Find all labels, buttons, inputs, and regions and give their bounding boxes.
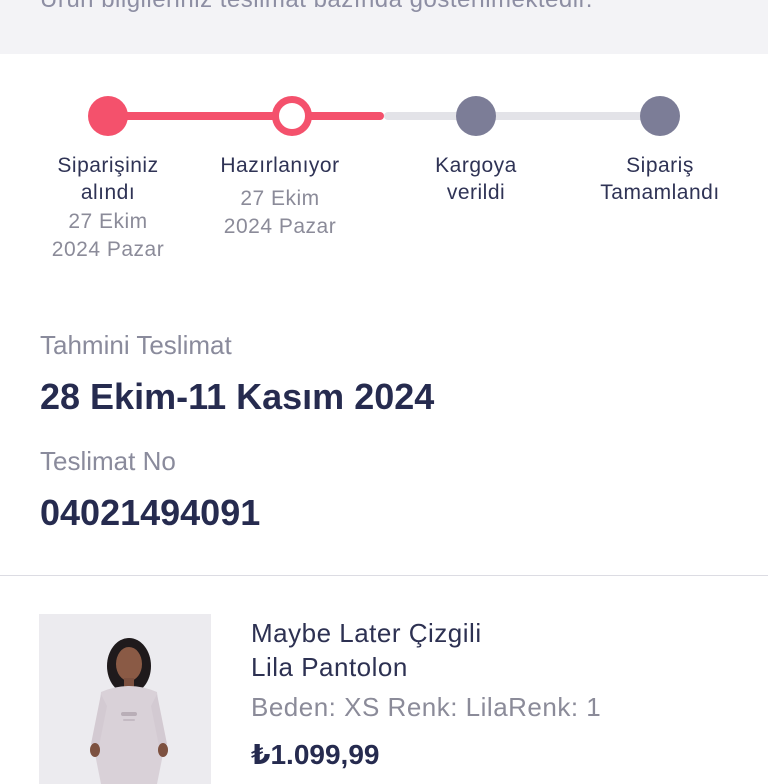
estimated-delivery-label: Tahmini Teslimat xyxy=(40,330,232,360)
estimated-delivery-value: 28 Ekim-11 Kasım 2024 xyxy=(40,376,435,417)
product-model-photo xyxy=(39,614,211,784)
product-attributes: Beden: XS Renk: LilaRenk: 1 xyxy=(251,692,602,722)
step-dot-shipped xyxy=(456,96,496,136)
section-divider xyxy=(0,575,768,576)
delivery-number-value: 04021494091 xyxy=(40,492,261,533)
step-title: verildi xyxy=(446,181,506,204)
step-label-order-received: Siparişiniz alındı 27 Ekim 2024 Pazar xyxy=(23,152,193,264)
step-title: Sipariş xyxy=(626,154,694,177)
product-image[interactable] xyxy=(39,614,211,784)
step-date: 27 Ekim 2024 Pazar xyxy=(51,210,165,261)
step-title: Kargoya xyxy=(435,154,517,177)
step-title: Tamamlandı xyxy=(600,181,720,204)
product-price: ₺1.099,99 xyxy=(251,739,380,770)
step-title: Hazırlanıyor xyxy=(220,154,340,177)
step-label-shipped: Kargoya verildi xyxy=(391,152,561,206)
delivery-notice-text: Ürün bilgileriniz teslimat bazında göste… xyxy=(40,0,593,14)
delivery-notice-bar: Ürün bilgileriniz teslimat bazında göste… xyxy=(0,0,768,54)
product-name[interactable]: Maybe Later Çizgili Lila Pantolon xyxy=(251,616,482,684)
delivery-number-label: Teslimat No xyxy=(40,446,176,476)
step-title: Siparişiniz xyxy=(57,154,159,177)
step-dot-order-received xyxy=(88,96,128,136)
step-dot-completed xyxy=(640,96,680,136)
step-dot-preparing xyxy=(272,96,312,136)
step-label-preparing: Hazırlanıyor 27 Ekim 2024 Pazar xyxy=(195,152,365,241)
progress-track-pending xyxy=(384,112,660,120)
progress-track-completed xyxy=(108,112,384,120)
step-label-completed: Sipariş Tamamlandı xyxy=(575,152,745,206)
step-title: alındı xyxy=(80,181,136,204)
step-date: 27 Ekim 2024 Pazar xyxy=(223,187,337,238)
